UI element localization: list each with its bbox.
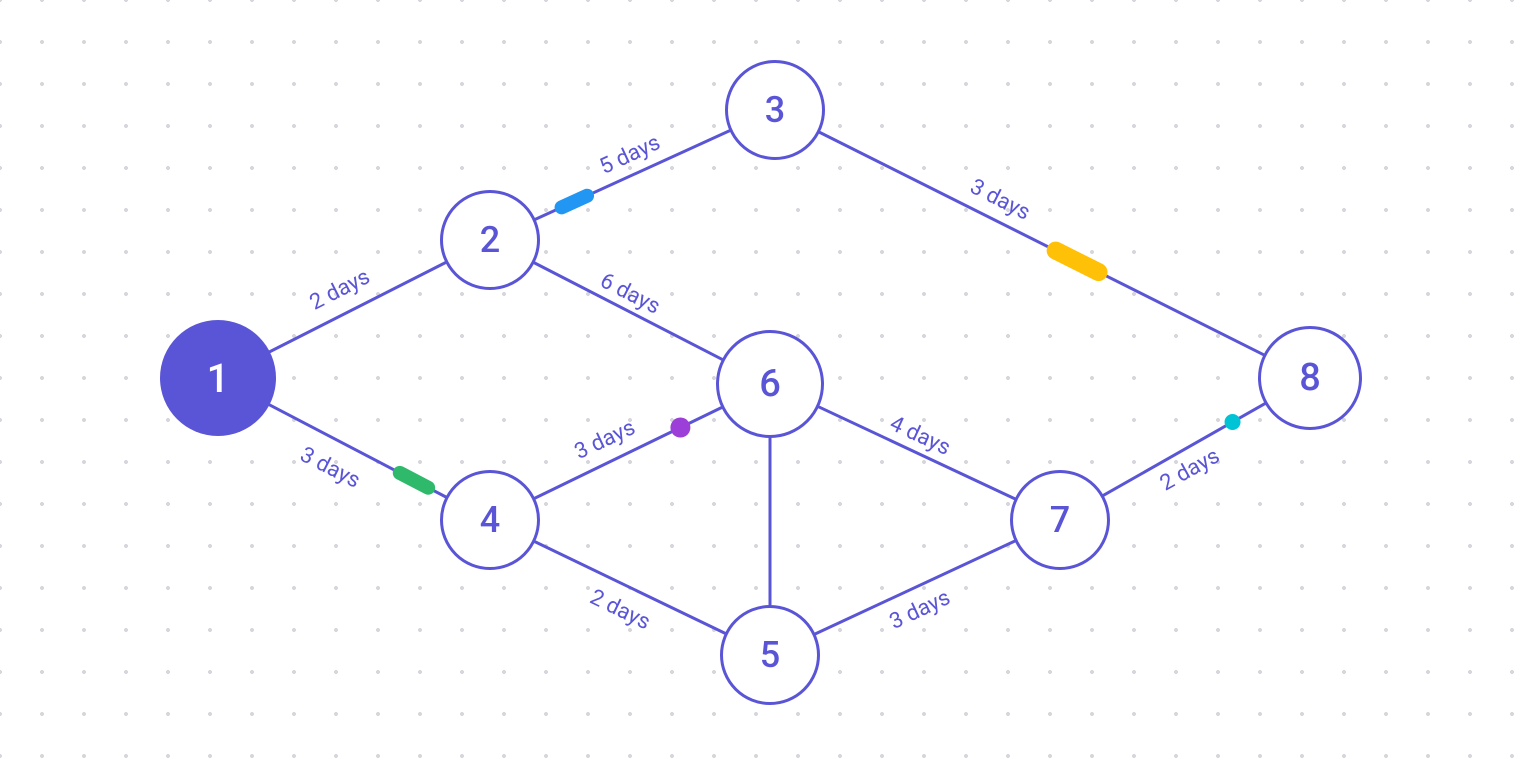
marker-m_blue[interactable] <box>562 196 587 208</box>
node-8[interactable]: 8 <box>1258 326 1362 430</box>
node-4-label: 4 <box>480 499 500 541</box>
node-3-label: 3 <box>765 89 785 131</box>
node-1[interactable]: 1 <box>160 320 276 436</box>
node-7-label: 7 <box>1050 499 1070 541</box>
node-4[interactable]: 4 <box>440 470 540 570</box>
node-2[interactable]: 2 <box>440 190 540 290</box>
marker-m_purple[interactable] <box>670 418 690 438</box>
node-6[interactable]: 6 <box>716 330 824 438</box>
node-8-label: 8 <box>1299 356 1321 400</box>
node-3[interactable]: 3 <box>725 60 825 160</box>
marker-m_green[interactable] <box>400 473 428 488</box>
diagram-canvas[interactable]: 1 2 3 4 5 6 7 8 2 days 3 days 5 days 6 d… <box>0 0 1535 768</box>
node-7[interactable]: 7 <box>1010 470 1110 570</box>
marker-m_cyan[interactable] <box>1225 414 1241 430</box>
node-2-label: 2 <box>480 219 500 261</box>
edge-e26[interactable] <box>534 263 722 359</box>
marker-m_yellow[interactable] <box>1056 251 1099 272</box>
node-1-label: 1 <box>207 355 230 402</box>
edge-e38[interactable] <box>820 132 1264 354</box>
node-5[interactable]: 5 <box>720 605 820 705</box>
node-5-label: 5 <box>760 634 780 676</box>
node-6-label: 6 <box>759 362 781 406</box>
